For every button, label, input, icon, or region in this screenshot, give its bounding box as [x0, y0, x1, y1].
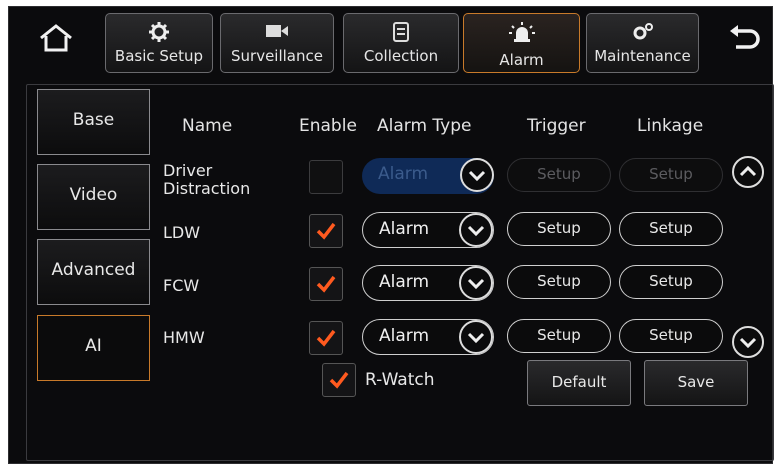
alarm-type-select[interactable]: Alarm	[362, 319, 494, 355]
row-name-line: Driver	[163, 161, 213, 180]
checkmark-icon	[316, 275, 336, 293]
header-name: Name	[182, 116, 233, 136]
menu-item-ai[interactable]: AI	[37, 315, 150, 381]
linkage-setup-button[interactable]: Setup	[619, 265, 723, 299]
tab-collection[interactable]: Collection	[343, 13, 459, 73]
menu-item-video[interactable]: Video	[37, 164, 150, 230]
menu-label: Video	[69, 185, 118, 205]
tab-label: Maintenance	[594, 47, 691, 65]
scroll-up-button[interactable]	[731, 155, 765, 189]
select-value: Alarm	[379, 219, 430, 239]
menu-label: Advanced	[51, 260, 136, 280]
row-name-line: Distraction	[163, 179, 251, 198]
linkage-setup-button[interactable]: Setup	[619, 212, 723, 246]
tab-label: Basic Setup	[114, 47, 204, 65]
default-button[interactable]: Default	[527, 360, 631, 406]
checkmark-icon	[316, 222, 336, 240]
chevron-down-icon	[459, 320, 493, 354]
linkage-setup-button[interactable]: Setup	[619, 319, 723, 353]
alarm-light-icon	[464, 21, 579, 43]
scroll-down-button[interactable]	[731, 325, 765, 359]
tab-alarm[interactable]: Alarm	[463, 13, 580, 73]
home-icon	[40, 24, 72, 52]
tab-label: Alarm	[499, 51, 544, 69]
alarm-type-select[interactable]: Alarm	[362, 212, 494, 248]
select-value: Alarm	[379, 272, 430, 292]
enable-checkbox[interactable]	[309, 160, 343, 194]
document-icon	[344, 21, 458, 43]
home-button[interactable]	[34, 18, 78, 58]
tab-basic-setup[interactable]: Basic Setup	[105, 13, 213, 73]
header-linkage: Linkage	[637, 116, 704, 136]
header-enable: Enable	[299, 116, 357, 136]
back-arrow-icon	[730, 25, 760, 49]
trigger-setup-button[interactable]: Setup	[507, 319, 611, 353]
enable-checkbox[interactable]	[309, 267, 343, 301]
tab-maintenance[interactable]: Maintenance	[586, 13, 699, 73]
enable-checkbox[interactable]	[309, 214, 343, 248]
row-name: Driver Distraction	[163, 162, 250, 198]
select-value: Alarm	[378, 164, 429, 184]
select-value: Alarm	[379, 326, 430, 346]
menu-label: AI	[85, 336, 102, 356]
save-button[interactable]: Save	[644, 360, 748, 406]
row-name: LDW	[163, 223, 201, 242]
row-name: HMW	[163, 328, 205, 347]
trigger-setup-button[interactable]: Setup	[507, 265, 611, 299]
trigger-setup-button[interactable]: Setup	[507, 212, 611, 246]
chevron-down-icon	[460, 158, 494, 192]
menu-item-advanced[interactable]: Advanced	[37, 239, 150, 305]
camera-icon	[221, 21, 333, 43]
alarm-type-select[interactable]: Alarm	[362, 158, 494, 194]
linkage-setup-button[interactable]: Setup	[619, 158, 723, 192]
chevron-down-icon	[459, 266, 493, 300]
checkmark-icon	[329, 371, 349, 389]
enable-checkbox[interactable]	[309, 321, 343, 355]
trigger-setup-button[interactable]: Setup	[507, 158, 611, 192]
chevron-down-icon	[459, 213, 493, 247]
alarm-type-select[interactable]: Alarm	[362, 265, 494, 301]
gear-icon	[106, 21, 212, 43]
rwatch-checkbox[interactable]	[322, 363, 356, 397]
tab-surveillance[interactable]: Surveillance	[220, 13, 334, 73]
tab-label: Collection	[363, 47, 439, 65]
checkmark-icon	[316, 329, 336, 347]
header-alarm-type: Alarm Type	[377, 116, 472, 136]
menu-label: Base	[72, 110, 115, 130]
menu-item-base[interactable]: Base	[37, 89, 150, 155]
header-trigger: Trigger	[527, 116, 586, 136]
gears-icon	[587, 21, 698, 43]
tab-label: Surveillance	[231, 47, 323, 65]
row-name: FCW	[163, 276, 200, 295]
rwatch-label: R-Watch	[365, 370, 435, 390]
back-button[interactable]	[724, 22, 764, 56]
